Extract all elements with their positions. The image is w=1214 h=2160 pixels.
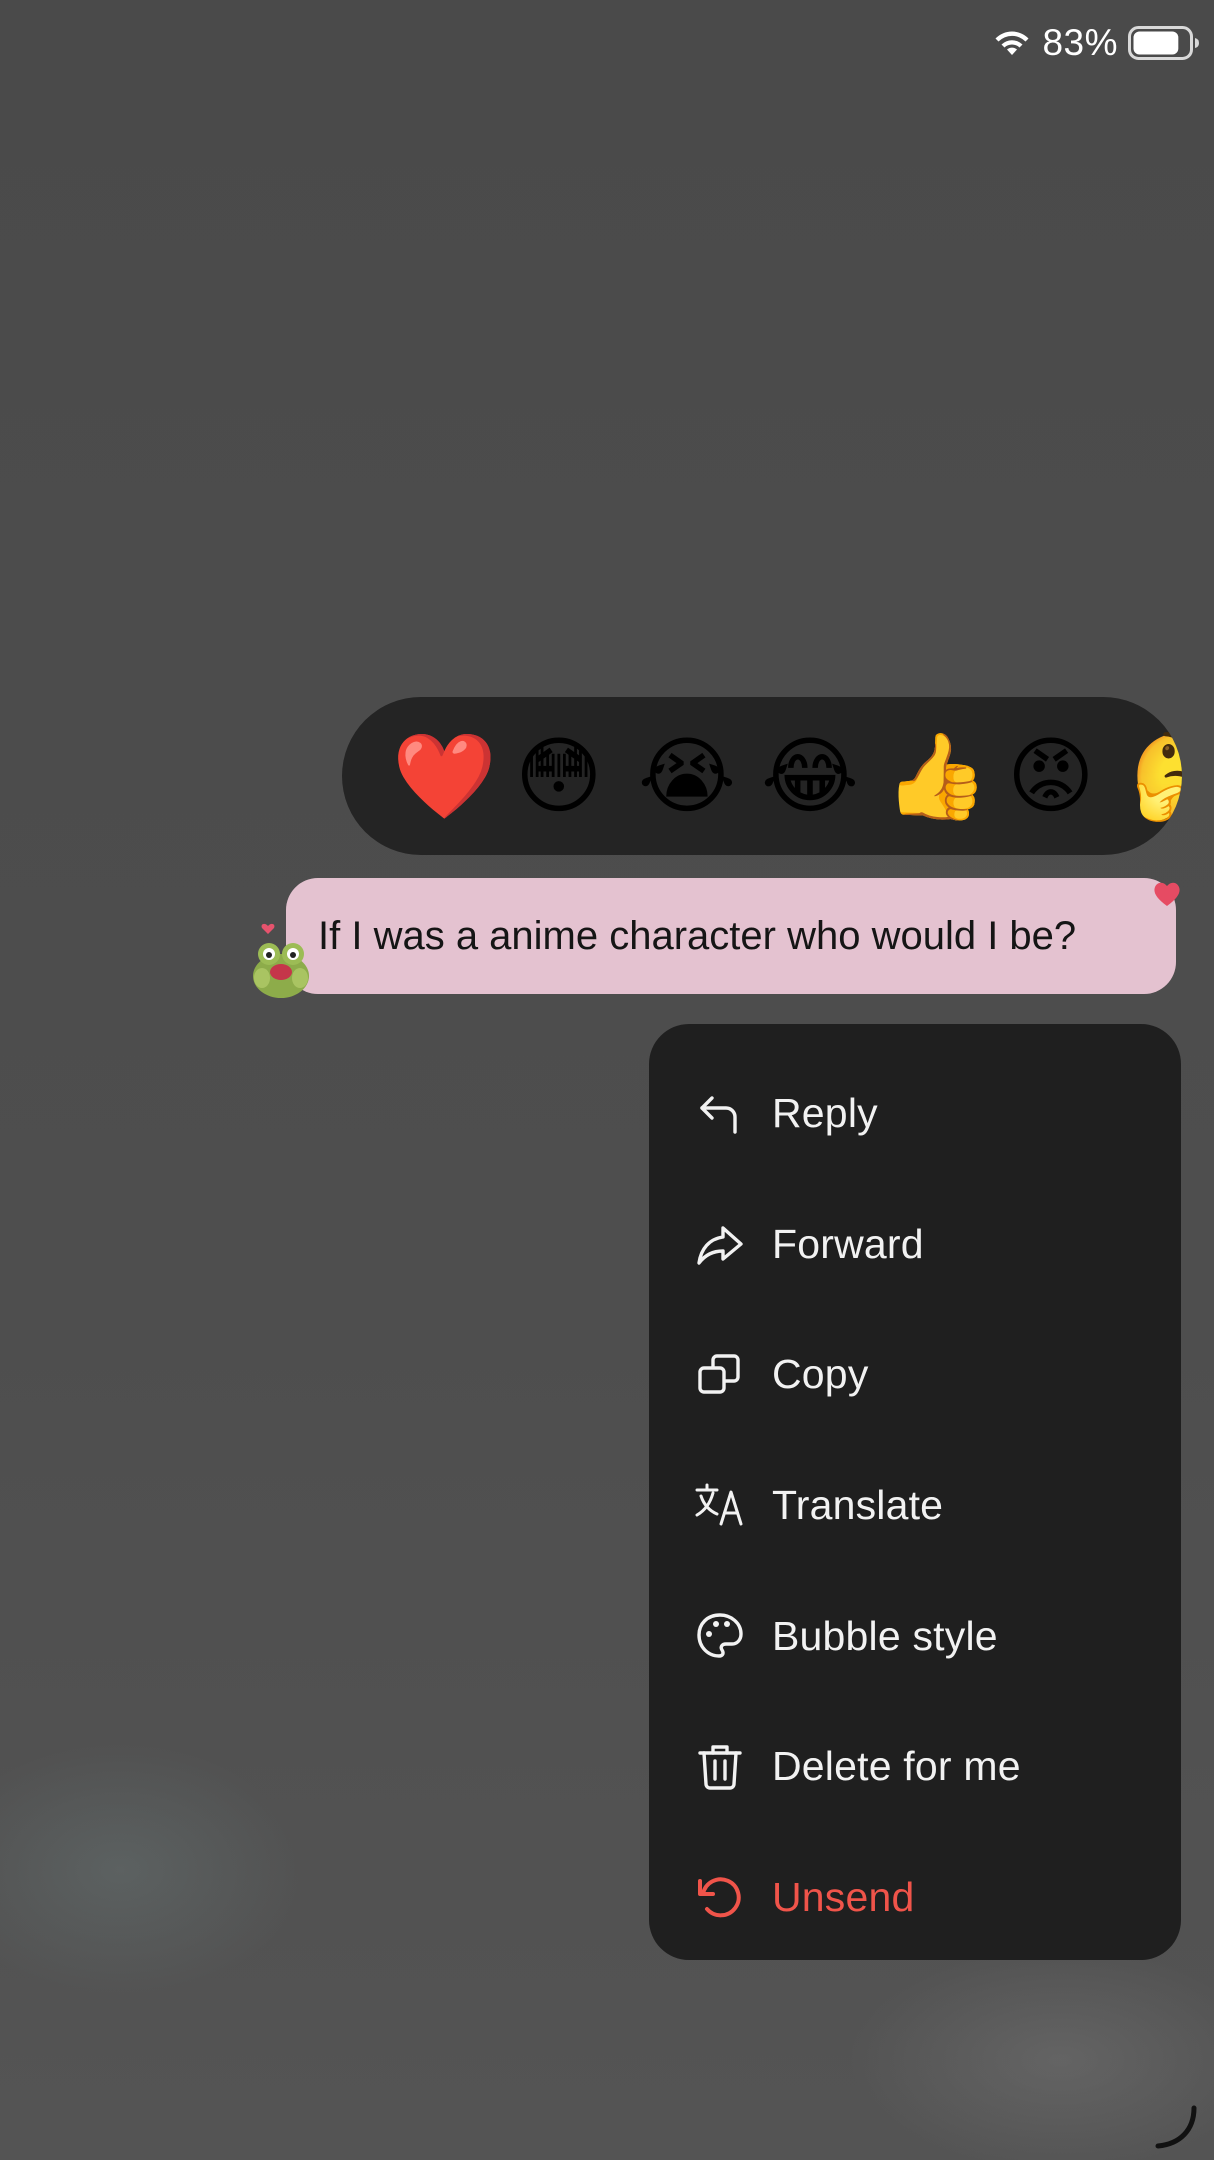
trash-icon [698, 1745, 742, 1790]
palette-icon [697, 1613, 743, 1658]
undo-icon [698, 1877, 741, 1918]
menu-item-copy[interactable]: Copy [649, 1309, 1181, 1440]
status-bar: 83% [992, 18, 1200, 68]
reaction-crying[interactable]: 😭 [638, 734, 736, 818]
reaction-heart[interactable]: ❤️ [392, 734, 497, 818]
screen: 83% ❤️😳 😭 😂 👍😡 🤔 If I was a anime character … [0, 0, 1214, 2160]
menu-item-reply[interactable]: Reply [649, 1048, 1181, 1179]
menu-label-copy: Copy [772, 1351, 869, 1398]
wifi-icon [995, 31, 1029, 55]
menu-item-forward[interactable]: Forward [649, 1179, 1181, 1310]
reaction-laughing[interactable]: 😂 [761, 734, 859, 818]
reaction-flushed[interactable]: 😳 [515, 734, 603, 818]
reply-icon [700, 1096, 737, 1135]
message-text: If I was a anime character who would I b… [318, 913, 1077, 958]
battery-percent: 83% [1042, 22, 1118, 63]
frog-sticker-icon [253, 923, 309, 998]
battery-icon [1128, 26, 1199, 60]
message-context-menu: Reply Forward Copy Translate Bubble styl… [649, 1024, 1181, 1960]
scroll-indicator-icon [1155, 2105, 1197, 2149]
copy-icon [698, 1354, 740, 1394]
translate-icon [695, 1483, 743, 1526]
forward-icon [697, 1226, 743, 1265]
reaction-angry[interactable]: 😡 [1007, 734, 1095, 818]
message-bubble[interactable]: If I was a anime character who would I b… [286, 878, 1176, 994]
reaction-thumbs-up[interactable]: 👍 [884, 734, 989, 818]
menu-label-delete-for-me: Delete for me [772, 1743, 1021, 1790]
heart-reaction-icon [1154, 882, 1180, 906]
battery-fill [1133, 31, 1179, 55]
menu-label-bubble-style: Bubble style [772, 1612, 998, 1659]
menu-item-translate[interactable]: Translate [649, 1440, 1181, 1571]
menu-label-forward: Forward [772, 1220, 924, 1267]
menu-item-bubble-style[interactable]: Bubble style [649, 1571, 1181, 1702]
reaction-bar: ❤️😳 😭 😂 👍😡 🤔 [342, 697, 1182, 855]
menu-label-translate: Translate [772, 1481, 944, 1528]
menu-label-unsend: Unsend [772, 1873, 915, 1920]
menu-label-reply: Reply [772, 1089, 878, 1136]
menu-item-delete-for-me[interactable]: Delete for me [649, 1701, 1181, 1832]
reaction-thinking[interactable]: 🤔 [1130, 734, 1182, 818]
menu-item-unsend[interactable]: Unsend [649, 1832, 1181, 1963]
